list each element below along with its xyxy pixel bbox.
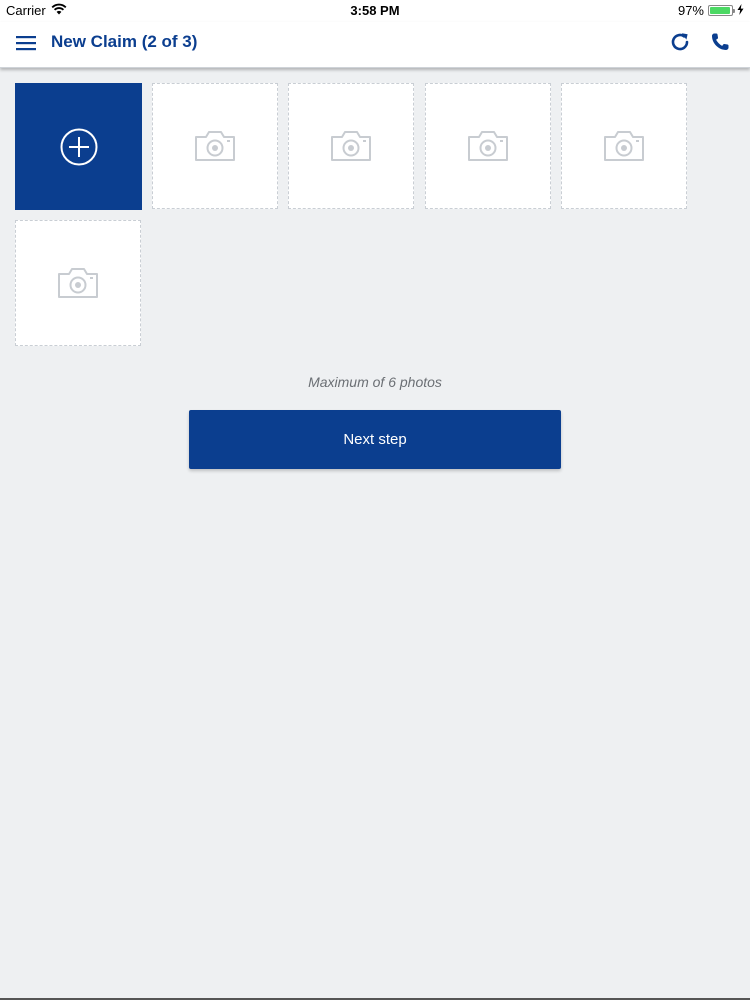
plus-circle-icon: [60, 128, 97, 165]
phone-icon: [712, 33, 729, 50]
photo-slot[interactable]: [425, 83, 551, 209]
battery-fill: [710, 7, 731, 14]
call-button[interactable]: [708, 30, 732, 54]
max-photos-note: Maximum of 6 photos: [308, 374, 442, 390]
camera-icon: [58, 268, 98, 298]
photo-slot[interactable]: [561, 83, 687, 209]
camera-icon: [468, 131, 508, 161]
photo-slot[interactable]: [152, 83, 278, 209]
page-title: New Claim (2 of 3): [51, 32, 198, 51]
charging-icon: [737, 3, 744, 18]
refresh-button[interactable]: [668, 30, 692, 54]
camera-icon: [331, 131, 371, 161]
status-time: 3:58 PM: [350, 3, 400, 18]
status-right: 97%: [678, 3, 744, 18]
menu-icon: [16, 36, 36, 51]
menu-button[interactable]: [15, 32, 37, 54]
camera-icon: [604, 131, 644, 161]
photo-slot[interactable]: [15, 220, 141, 346]
camera-icon: [195, 131, 235, 161]
battery-icon: [708, 5, 735, 16]
next-step-button[interactable]: Next step: [189, 410, 561, 469]
photo-slot[interactable]: [288, 83, 414, 209]
status-bar: Carrier 3:58 PM 97%: [0, 0, 750, 22]
add-photo-button[interactable]: [15, 83, 142, 210]
refresh-icon: [671, 33, 689, 51]
battery-percent: 97%: [677, 3, 704, 18]
battery-tip: [733, 9, 735, 13]
nav-bar: New Claim (2 of 3): [0, 22, 750, 68]
